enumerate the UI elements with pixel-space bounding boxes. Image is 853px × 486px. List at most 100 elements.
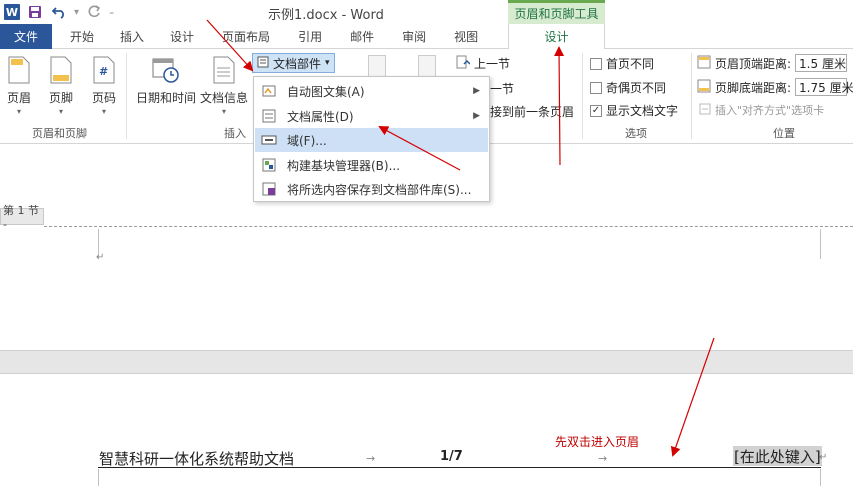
menu-item-label: 文档属性(D) — [287, 109, 354, 124]
document-parts-label: 文档部件 — [273, 56, 322, 71]
next-section-label: 一节 — [490, 82, 515, 96]
paragraph-mark: ↵ — [96, 252, 105, 263]
menu-item-label: 自动图文集(A) — [287, 84, 365, 99]
save-icon[interactable] — [26, 3, 44, 21]
footer-bottom-input[interactable]: 1.75 厘米 — [795, 78, 853, 96]
page-gap — [0, 350, 853, 374]
previous-section-label: 上一节 — [474, 57, 511, 71]
chevron-down-icon: ▾ — [16, 107, 21, 116]
annotation-note: 先双击进入页眉 — [555, 435, 640, 449]
margin-mark — [820, 229, 821, 259]
doc-info-icon — [209, 53, 239, 87]
menu-item-document-property[interactable]: 文档属性(D) ▶ — [255, 104, 488, 128]
group-label-header-footer: 页眉和页脚 — [32, 127, 87, 140]
group-label-position: 位置 — [773, 127, 795, 140]
tab-file[interactable]: 文件 — [0, 24, 52, 49]
ribbon-tabs: 文件 开始 插入 设计 页面布局 引用 邮件 审阅 视图 设计 — [0, 24, 853, 50]
calendar-clock-icon — [151, 53, 181, 87]
show-document-text-checkbox[interactable]: ✓ 显示文档文字 — [590, 102, 678, 119]
title-bar: W ▾ ₌ 示例1.docx - Word 页眉和页脚工具 — [0, 0, 853, 24]
menu-item-building-blocks[interactable]: 构建基块管理器(B)... — [255, 153, 488, 177]
footer-button[interactable]: 页脚 ▾ — [46, 53, 76, 116]
menu-item-label: 将所选内容保存到文档部件库(S)... — [287, 182, 472, 197]
different-first-page-label: 首页不同 — [606, 57, 655, 71]
insert-alignment-tab-label: 插入"对齐方式"选项卡 — [715, 104, 825, 117]
menu-item-save-to-gallery[interactable]: 将所选内容保存到文档部件库(S)... — [255, 177, 488, 201]
building-blocks-icon — [255, 158, 283, 172]
svg-text:#: # — [99, 65, 108, 78]
document-property-icon — [255, 109, 283, 123]
link-to-previous-button[interactable]: 接到前一条页眉 — [490, 103, 574, 120]
page-number-label: 页码 — [91, 91, 116, 105]
tab-mark: → — [598, 452, 608, 465]
redo-icon[interactable] — [85, 3, 103, 21]
date-time-button[interactable]: 日期和时间 — [136, 53, 196, 106]
group-label-insert: 插入 — [224, 127, 246, 140]
undo-icon[interactable] — [50, 3, 68, 21]
tab-review[interactable]: 审阅 — [388, 24, 440, 49]
footer-distance-icon — [697, 79, 711, 96]
tab-mark: → — [366, 452, 376, 465]
footer-icon — [46, 53, 76, 87]
section-tag: 第 1 节 - — [0, 204, 44, 231]
header-underline — [98, 467, 821, 468]
tab-mailings[interactable]: 邮件 — [336, 24, 388, 49]
document-parts-button[interactable]: 文档部件 ▾ — [252, 53, 335, 73]
link-to-previous-label: 接到前一条页眉 — [490, 105, 575, 119]
group-divider — [126, 53, 127, 139]
menu-item-field[interactable]: 域(F)... — [255, 128, 488, 152]
insert-alignment-tab-button[interactable]: 插入"对齐方式"选项卡 — [699, 102, 824, 118]
footer-bottom-label: 页脚底端距离: — [715, 80, 792, 95]
group-label-options: 选项 — [625, 127, 647, 140]
previous-icon — [456, 55, 471, 72]
header-top-distance: 页眉顶端距离: 1.5 厘米 — [697, 54, 848, 72]
header-boundary-line — [44, 226, 853, 227]
alignment-tab-icon — [699, 103, 711, 118]
tab-references[interactable]: 引用 — [284, 24, 336, 49]
header-label: 页眉 — [6, 91, 31, 105]
window-title: 示例1.docx - Word — [268, 8, 384, 23]
header-top-label: 页眉顶端距离: — [715, 56, 792, 71]
different-first-page-checkbox[interactable]: 首页不同 — [590, 55, 654, 72]
word-logo-icon[interactable]: W — [4, 4, 20, 20]
header-placeholder[interactable]: [在此处键入] — [733, 446, 822, 466]
chevron-down-icon: ▾ — [325, 58, 330, 68]
customize-qat-icon[interactable]: ₌ — [109, 7, 114, 18]
footer-label: 页脚 — [48, 91, 73, 105]
doc-info-button[interactable]: 文档信息 ▾ — [200, 53, 248, 116]
chevron-down-icon: ▾ — [58, 107, 63, 116]
tab-view[interactable]: 视图 — [440, 24, 492, 49]
document-parts-icon — [257, 56, 269, 71]
chevron-down-icon[interactable]: ▾ — [74, 7, 79, 18]
date-time-label: 日期和时间 — [136, 91, 197, 105]
header-title-text[interactable]: 智慧科研一体化系统帮助文档 — [99, 448, 294, 469]
tab-design[interactable]: 设计 — [156, 24, 208, 49]
different-odd-even-checkbox[interactable]: 奇偶页不同 — [590, 79, 666, 96]
show-document-text-label: 显示文档文字 — [606, 104, 679, 118]
page-number-button[interactable]: # 页码 ▾ — [89, 53, 119, 116]
footer-bottom-distance: 页脚底端距离: 1.75 厘米 — [697, 78, 853, 96]
group-divider — [582, 53, 583, 139]
next-section-button[interactable]: 一节 — [490, 80, 514, 97]
page-number-field[interactable]: 1/7 — [440, 449, 463, 464]
margin-mark — [820, 469, 821, 486]
checkbox-icon — [590, 57, 602, 70]
menu-item-autotext[interactable]: 自动图文集(A) ▶ — [255, 79, 488, 103]
menu-item-label: 域(F)... — [287, 133, 327, 148]
tab-home[interactable]: 开始 — [52, 24, 108, 49]
chevron-down-icon: ▾ — [101, 107, 106, 116]
previous-section-button[interactable]: 上一节 — [456, 55, 510, 72]
header-button[interactable]: 页眉 ▾ — [4, 53, 34, 116]
different-odd-even-label: 奇偶页不同 — [606, 81, 667, 95]
tab-insert[interactable]: 插入 — [108, 24, 156, 49]
margin-mark — [98, 469, 99, 486]
contextual-tab-group-label: 页眉和页脚工具 — [508, 0, 605, 24]
header-top-input[interactable]: 1.5 厘米 — [795, 54, 848, 72]
save-selection-icon — [255, 182, 283, 196]
tab-header-footer-design[interactable]: 设计 — [508, 24, 605, 50]
page-number-icon: # — [89, 53, 119, 87]
tab-page-layout[interactable]: 页面布局 — [208, 24, 284, 49]
submenu-arrow-icon: ▶ — [473, 86, 480, 96]
document-parts-menu: 自动图文集(A) ▶ 文档属性(D) ▶ 域(F)... 构建基块管理器(B).… — [253, 76, 490, 202]
checkmark-icon: ✓ — [590, 104, 602, 117]
